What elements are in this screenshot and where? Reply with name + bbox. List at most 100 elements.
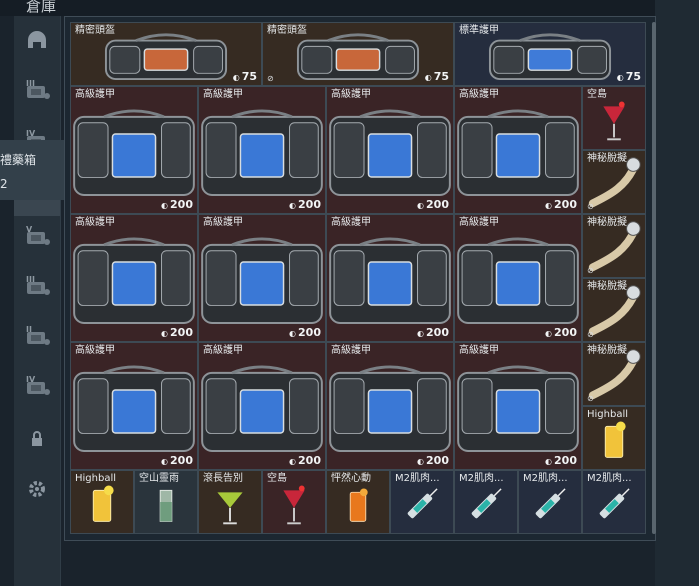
sidebar-tab-armor-lvl5[interactable]: V — [14, 216, 60, 262]
item-name: Highball — [75, 473, 117, 484]
inventory-slot[interactable]: 高級護甲 ◐ 200 — [326, 342, 454, 470]
inventory-slot[interactable]: 高級護甲 ◐ 200 — [198, 86, 326, 214]
durability-value: 200 — [298, 198, 321, 211]
inventory-slot[interactable]: Highball — [70, 470, 134, 534]
inventory-slot[interactable]: 怦然心動 — [326, 470, 390, 534]
no-trade-icon: ⊘ — [587, 394, 594, 403]
item-name: 神秘脫擬 — [587, 153, 627, 164]
inventory-slot[interactable]: 空山靈雨 — [134, 470, 198, 534]
inventory-slot[interactable]: 空島 — [262, 470, 326, 534]
tooltip-line2: 2 — [0, 177, 8, 191]
item-durability: ◐ 200 — [417, 326, 449, 339]
sidebar-tab-weapon-lvl2[interactable]: II — [14, 316, 60, 362]
sidebar-tab-helmet[interactable] — [14, 20, 60, 66]
item-name: Highball — [587, 409, 629, 420]
sidebar-tab-armor-lvl3[interactable]: III — [14, 70, 60, 116]
shield-icon: ◐ — [616, 73, 624, 82]
durability-value: 200 — [554, 326, 577, 339]
item-durability: ◐ 75 — [425, 70, 449, 83]
sidebar-tab-lock[interactable] — [14, 418, 60, 464]
inventory-slot[interactable]: 神秘脫擬 ⊘ — [582, 278, 646, 342]
shield-icon: ◐ — [417, 201, 425, 210]
item-name: 高級護甲 — [459, 217, 499, 228]
sidebar-tab-gear[interactable] — [14, 468, 60, 514]
inventory-slot[interactable]: M2肌肉... — [582, 470, 646, 534]
inventory-slot[interactable]: M2肌肉... — [454, 470, 518, 534]
tab-level-label: IV — [26, 129, 36, 138]
inventory-slot[interactable]: M2肌肉... — [390, 470, 454, 534]
inventory-slot[interactable]: 神秘脫擬 ⊘ — [582, 342, 646, 406]
inventory-slot[interactable]: 高級護甲 ◐ 200 — [70, 86, 198, 214]
sidebar-tab-armor-lvl3b[interactable]: III — [14, 266, 60, 312]
item-name: 高級護甲 — [331, 345, 371, 356]
item-name: 高級護甲 — [75, 217, 115, 228]
inventory-slot[interactable]: 高級護甲 ◐ 200 — [70, 214, 198, 342]
inventory-slot[interactable]: 高級護甲 ◐ 200 — [326, 86, 454, 214]
inventory-slot[interactable]: 精密頭盔 ◐ 75 — [70, 22, 262, 86]
tooltip-line1: 禮藥箱 — [0, 153, 37, 167]
item-durability: ◐ 200 — [545, 454, 577, 467]
item-durability: ◐ 75 — [233, 70, 257, 83]
item-durability: ◐ 200 — [161, 454, 193, 467]
inventory-slot[interactable]: 空島 — [582, 86, 646, 150]
gear-icon — [27, 479, 47, 503]
shield-icon: ◐ — [289, 457, 297, 466]
inventory-slot[interactable]: 高級護甲 ◐ 200 — [454, 214, 582, 342]
item-durability: ◐ 200 — [417, 198, 449, 211]
durability-value: 75 — [433, 70, 449, 83]
inventory-slot[interactable]: 神秘脫擬 ⊘ — [582, 150, 646, 214]
item-name: 神秘脫擬 — [587, 281, 627, 292]
inventory-slot[interactable]: Highball — [582, 406, 646, 470]
item-name: 標準護甲 — [459, 25, 499, 36]
tab-level-label: III — [26, 275, 35, 284]
inventory-scrollbar[interactable] — [652, 22, 656, 534]
shield-icon: ◐ — [289, 329, 297, 338]
inventory-slot[interactable]: M2肌肉... — [518, 470, 582, 534]
item-durability: ◐ 200 — [161, 326, 193, 339]
shield-icon: ◐ — [417, 457, 425, 466]
sidebar-tab-weapon-lvl4[interactable]: IV — [14, 366, 60, 412]
shield-icon: ◐ — [161, 201, 169, 210]
no-trade-icon: ⊘ — [267, 74, 274, 83]
inventory-slot[interactable]: 高級護甲 ◐ 200 — [198, 342, 326, 470]
inventory-slot[interactable]: 高級護甲 ◐ 200 — [454, 86, 582, 214]
item-name: 高級護甲 — [75, 89, 115, 100]
inventory-slot[interactable]: 精密頭盔 ◐ 75 ⊘ — [262, 22, 454, 86]
item-durability: ◐ 200 — [545, 198, 577, 211]
item-name: 高級護甲 — [459, 89, 499, 100]
shield-icon: ◐ — [161, 329, 169, 338]
item-name: M2肌肉... — [587, 473, 632, 484]
inventory-slot[interactable]: 高級護甲 ◐ 200 — [198, 214, 326, 342]
durability-value: 200 — [426, 198, 449, 211]
inventory-slot[interactable]: 高級護甲 ◐ 200 — [326, 214, 454, 342]
item-name: 高級護甲 — [203, 89, 243, 100]
item-name: 精密頭盔 — [267, 25, 307, 36]
shield-icon: ◐ — [545, 201, 553, 210]
shield-icon: ◐ — [161, 457, 169, 466]
item-name: 怦然心動 — [331, 473, 371, 484]
item-name: M2肌肉... — [459, 473, 504, 484]
no-trade-icon: ⊘ — [587, 266, 594, 275]
inventory-slot[interactable]: 滾長告別 — [198, 470, 262, 534]
inventory-slot[interactable]: 標準護甲 ◐ 75 — [454, 22, 646, 86]
no-trade-icon: ⊘ — [587, 330, 594, 339]
item-name: 空島 — [587, 89, 607, 100]
tab-level-label: III — [26, 79, 35, 88]
item-name: 高級護甲 — [203, 345, 243, 356]
durability-value: 75 — [241, 70, 257, 83]
inventory-panel: 精密頭盔 ◐ 75 精密頭盔 ◐ 75 ⊘ 標準護甲 ◐ 75 高級護甲 ◐ 200 高級護甲 ◐ 2… — [64, 16, 656, 541]
item-name: M2肌肉... — [395, 473, 440, 484]
durability-value: 200 — [554, 454, 577, 467]
item-name: 神秘脫擬 — [587, 345, 627, 356]
inventory-slot[interactable]: 高級護甲 ◐ 200 — [70, 342, 198, 470]
item-durability: ◐ 200 — [289, 198, 321, 211]
tooltip: 禮藥箱 2 — [0, 140, 68, 200]
item-name: 高級護甲 — [203, 217, 243, 228]
item-name: 空山靈雨 — [139, 473, 179, 484]
shield-icon: ◐ — [424, 73, 432, 82]
item-durability: ◐ 200 — [289, 326, 321, 339]
durability-value: 200 — [426, 454, 449, 467]
inventory-slot[interactable]: 高級護甲 ◐ 200 — [454, 342, 582, 470]
inventory-slot[interactable]: 神秘脫擬 ⊘ — [582, 214, 646, 278]
shield-icon: ◐ — [232, 73, 240, 82]
